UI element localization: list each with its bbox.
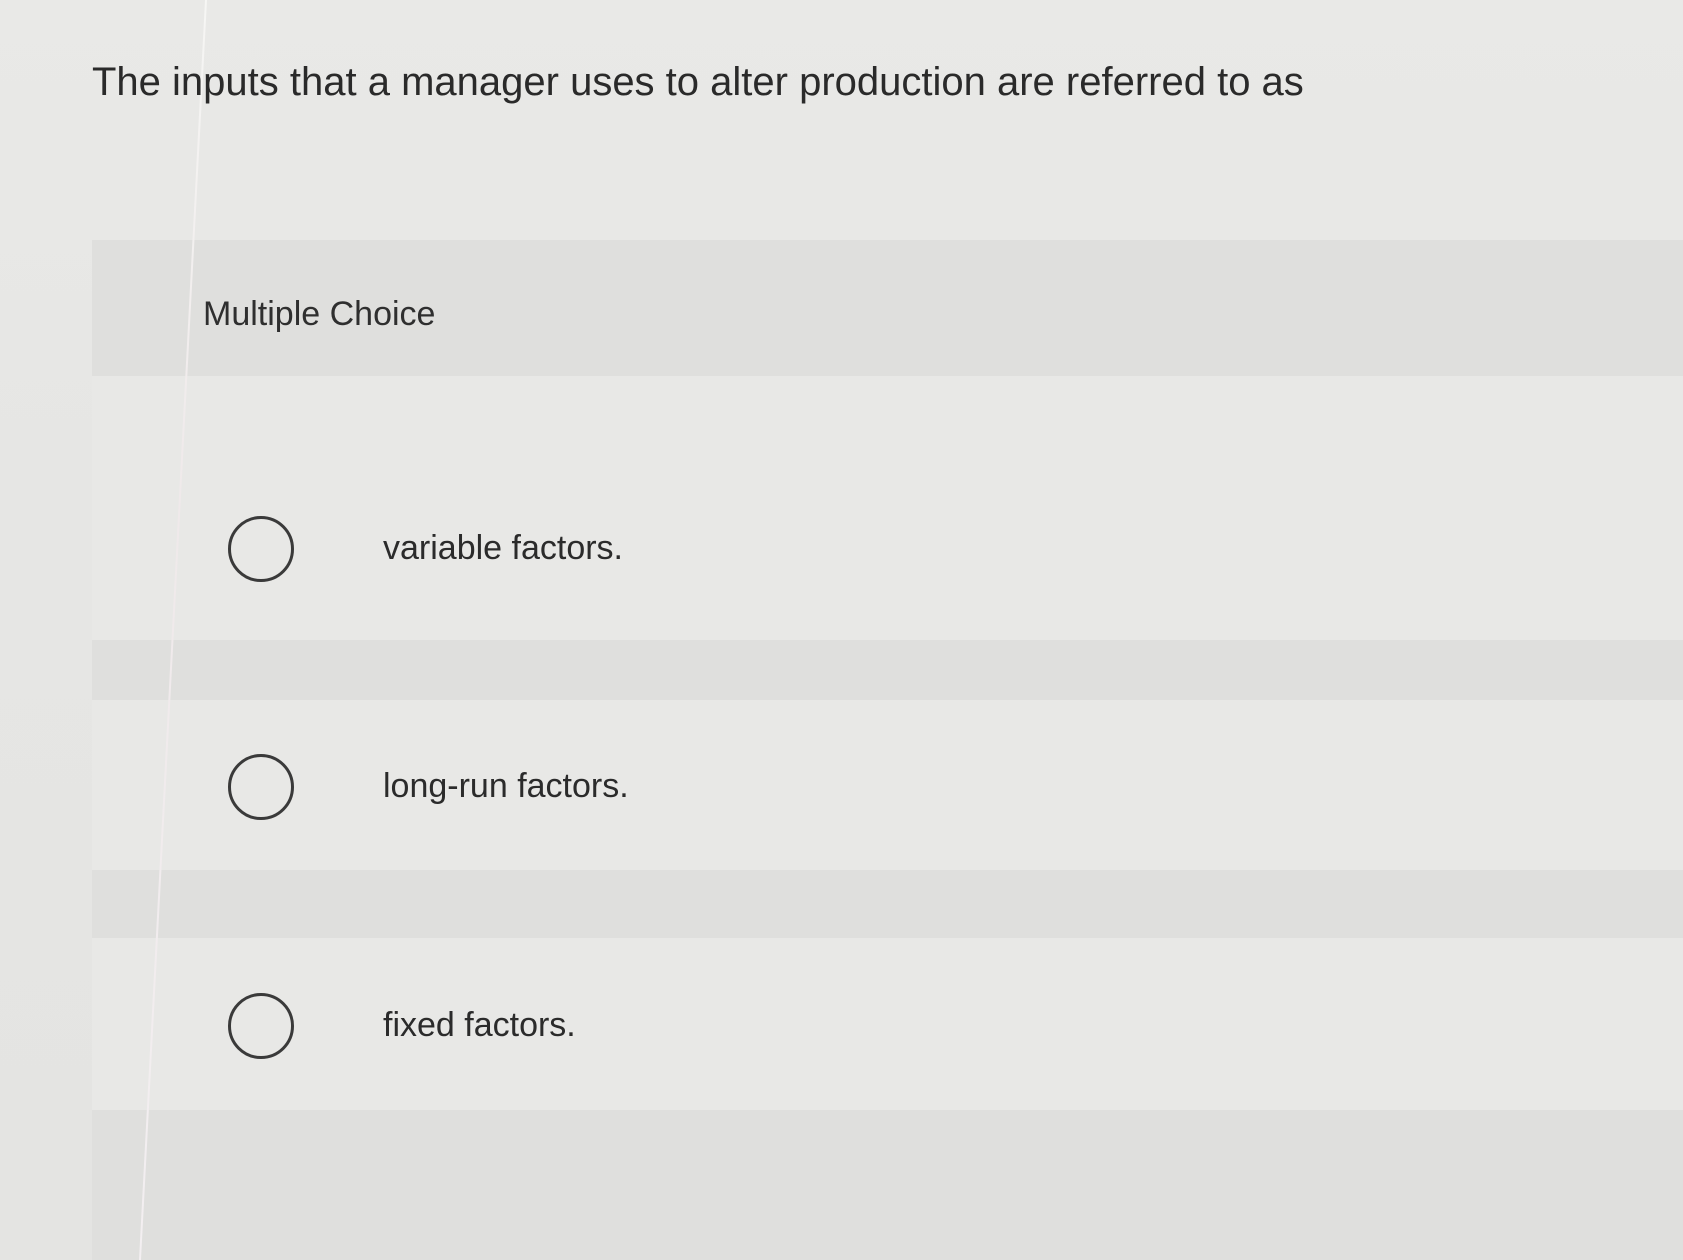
question-text: The inputs that a manager uses to alter …: [92, 60, 1304, 104]
question-type-label: Multiple Choice: [203, 295, 436, 333]
choice-option-fixed-factors[interactable]: fixed factors.: [228, 993, 1128, 1065]
choice-label: fixed factors.: [383, 1006, 576, 1044]
radio-button[interactable]: [228, 754, 294, 820]
page: The inputs that a manager uses to alter …: [0, 0, 1683, 1260]
radio-button[interactable]: [228, 516, 294, 582]
radio-button[interactable]: [228, 993, 294, 1059]
choice-label: variable factors.: [383, 529, 623, 567]
choice-option-variable-factors[interactable]: variable factors.: [228, 516, 1128, 588]
choice-label: long-run factors.: [383, 767, 629, 805]
panel-band: [92, 376, 1683, 640]
choice-option-long-run-factors[interactable]: long-run factors.: [228, 754, 1128, 826]
